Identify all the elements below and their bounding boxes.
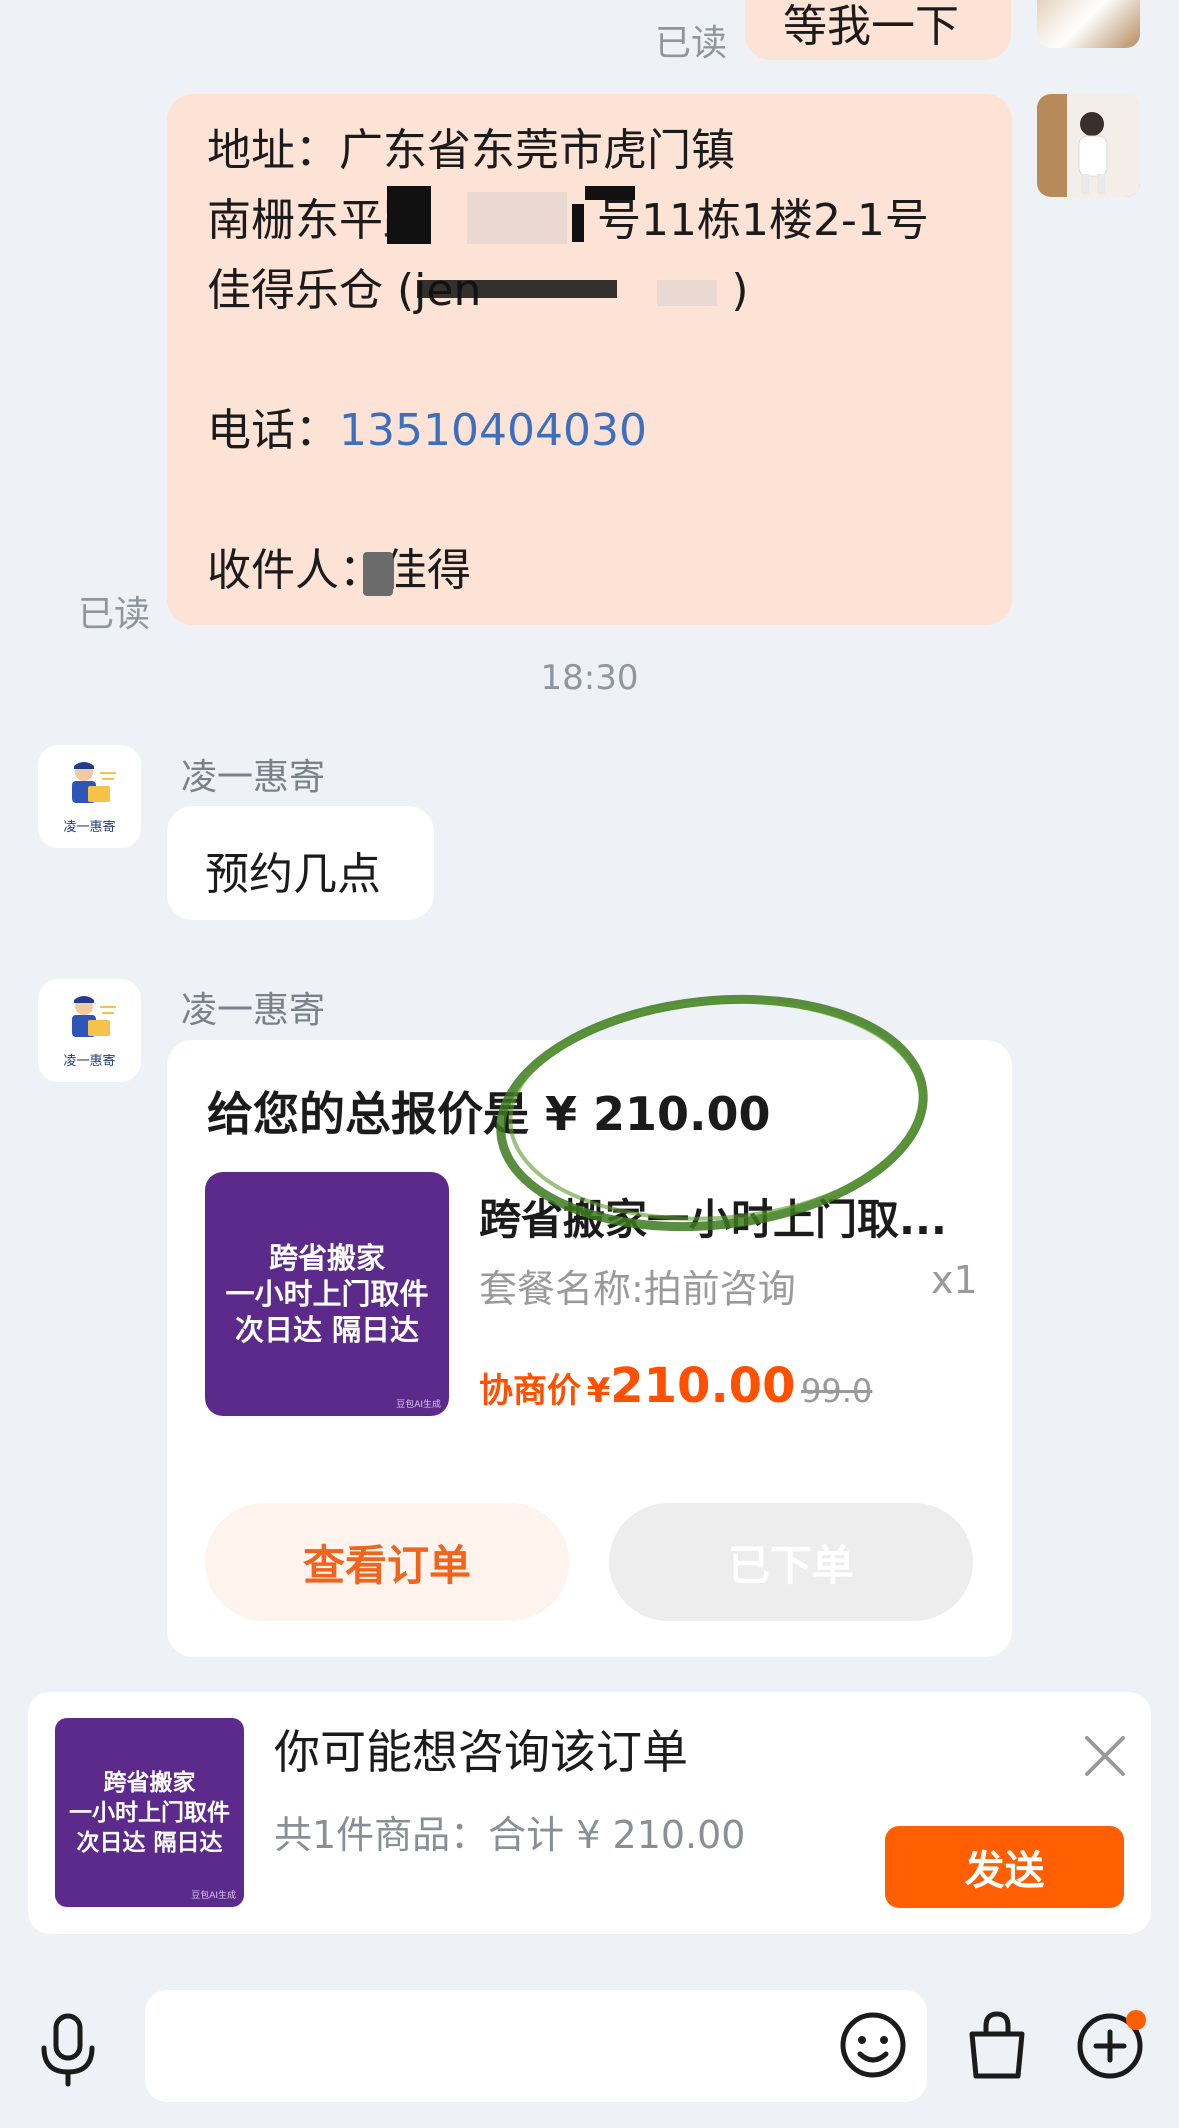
user-message-bubble[interactable]: 等我一下 [745,0,1011,60]
person-photo-icon [1037,94,1140,197]
suggested-order-card[interactable]: 跨省搬家 一小时上门取件 次日达 隔日达 豆包AI生成 你可能想咨询该订单 共1… [28,1692,1151,1934]
courier-icon [71,762,116,803]
sender-name: 凌一惠寄 [181,990,326,1031]
thumb-line: 跨省搬家 [268,1241,385,1275]
merchant-avatar-caption: 凌一惠寄 [63,1054,116,1069]
merchant-avatar[interactable]: 凌一惠寄 [38,979,141,1082]
receiver-line: 收件人：佳得 [207,545,471,596]
negotiated-label: 协商价 [479,1371,581,1411]
address-line-2: 南栅东平路 号11栋1楼2-1号 [207,195,929,246]
merchant-avatar[interactable]: 凌一惠寄 [38,745,141,848]
merchant-avatar-caption: 凌一惠寄 [63,820,116,835]
merchant-message-bubble[interactable]: 预约几点 [167,806,434,920]
original-price: 99.0 [801,1372,873,1410]
notification-dot [1126,2010,1146,2030]
redaction-mark [387,186,431,244]
currency: ¥ [586,1371,611,1411]
courier-icon [71,996,116,1037]
price: 210.00 [610,1358,796,1414]
message-text: 预约几点 [205,849,381,900]
redaction-mark [363,552,393,596]
redaction-mark [572,204,584,242]
product-thumbnail[interactable]: 跨省搬家 一小时上门取件 次日达 隔日达 豆包AI生成 [55,1718,244,1907]
redaction-mark [467,192,567,244]
message-text: 等我一下 [783,1,959,52]
annotation-circle-icon [496,994,928,1232]
user-avatar[interactable] [1037,94,1140,197]
shopping-bag-icon[interactable] [962,2008,1032,2082]
thumb-line: 一小时上门取件 [69,1799,230,1826]
thumb-line: 一小时上门取件 [225,1277,429,1311]
phone-line: 电话：13510404030 [207,405,647,456]
suggest-title: 你可能想咨询该订单 [274,1725,688,1779]
quantity: x1 [931,1258,978,1302]
package-name: 套餐名称:拍前咨询 [479,1267,796,1311]
smiley-icon[interactable] [838,2010,908,2080]
read-status: 已读 [655,23,728,64]
view-order-button[interactable]: 查看订单 [205,1503,569,1621]
address-message-bubble[interactable]: 地址：广东省东莞市虎门镇 南栅东平路 号11栋1楼2-1号 佳得乐仓 (jen) … [167,94,1012,625]
thumb-footnote: 豆包AI生成 [191,1891,236,1901]
timestamp: 18:30 [540,658,639,698]
address-line-1: 地址：广东省东莞市虎门镇 [207,125,735,176]
phone-link[interactable]: 13510404030 [339,405,647,456]
thumb-footnote: 豆包AI生成 [396,1400,441,1410]
ordered-button: 已下单 [609,1503,973,1621]
user-avatar[interactable] [1037,0,1140,48]
order-summary: 共1件商品：合计 ¥ 210.00 [274,1813,746,1857]
message-input[interactable] [145,1990,927,2102]
product-thumbnail[interactable]: 跨省搬家 一小时上门取件 次日达 隔日达 豆包AI生成 [205,1172,449,1416]
plus-circle-icon[interactable] [1074,2008,1154,2084]
price-row: 协商价 ¥210.00 99.0 [479,1358,872,1414]
read-status: 已读 [78,594,151,635]
redaction-mark [585,186,635,200]
thumb-line: 次日达 隔日达 [76,1829,223,1856]
microphone-icon[interactable] [36,2010,100,2090]
redaction-mark [417,280,617,298]
redaction-mark [657,280,717,306]
sender-name: 凌一惠寄 [181,757,326,798]
send-button[interactable]: 发送 [885,1826,1124,1908]
thumb-line: 次日达 隔日达 [234,1313,420,1347]
thumb-line: 跨省搬家 [103,1769,196,1796]
close-icon[interactable] [1083,1734,1127,1778]
